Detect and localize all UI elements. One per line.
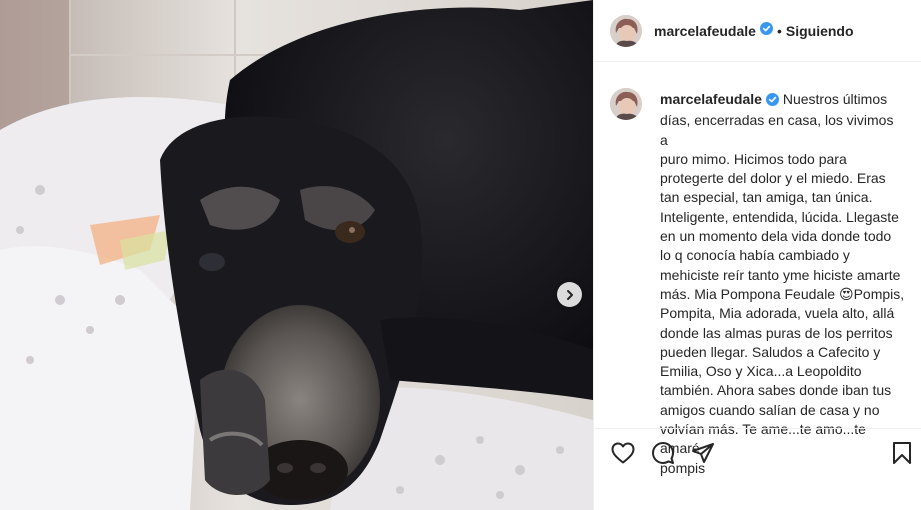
caption-line: tan especial, tan amiga, tan única. bbox=[660, 189, 873, 206]
caption-line: protegerte del dolor y el miedo. Eras bbox=[660, 170, 886, 187]
post-caption: marcelafeudale Nuestros últimos días, en… bbox=[660, 90, 905, 476]
caption-line: donde las almas puras de los perritos bbox=[660, 324, 893, 341]
carousel-next-button[interactable] bbox=[557, 282, 582, 307]
like-button[interactable] bbox=[610, 440, 636, 466]
caption-line: amigos cuando salían de casa y no bbox=[660, 401, 880, 418]
following-button[interactable]: Siguiendo bbox=[786, 23, 854, 39]
caption-line: en un momento dela vida donde todo bbox=[660, 228, 892, 245]
header-info: marcelafeudale • Siguiendo bbox=[654, 21, 854, 40]
caption-line: también. Ahora sabes donde iban tus bbox=[660, 382, 892, 399]
caption-line: más. Mia Pompona Feudale 😍Pompis, bbox=[660, 285, 905, 302]
dog-photo-image bbox=[0, 0, 593, 510]
comment-bubble-icon bbox=[652, 442, 674, 464]
post-side-panel: marcelafeudale • Siguiendo marcelafeudal… bbox=[593, 0, 921, 510]
paper-plane-icon bbox=[692, 443, 714, 463]
save-button[interactable] bbox=[889, 440, 915, 466]
caption-line: Emilia, Oso y Xica...a Leopoldito bbox=[660, 363, 862, 380]
caption-line: puro mimo. Hicimos todo para bbox=[660, 150, 847, 167]
verified-badge-icon bbox=[759, 21, 773, 40]
post-photo[interactable] bbox=[0, 0, 593, 510]
avatar[interactable] bbox=[610, 14, 642, 47]
caption-avatar[interactable] bbox=[610, 88, 642, 120]
caption-line: días, encerradas en casa, los vivimos a bbox=[660, 112, 894, 148]
avatar-image bbox=[610, 14, 642, 47]
caption-line: Nuestros últimos bbox=[782, 91, 888, 107]
separator-dot: • bbox=[776, 22, 782, 39]
comment-button[interactable] bbox=[650, 440, 676, 466]
post-actions-bar bbox=[594, 428, 921, 510]
heart-icon bbox=[611, 442, 635, 464]
caption-line: Pompita, Mia adorada, vuela alto, allá bbox=[660, 305, 895, 322]
share-button[interactable] bbox=[690, 440, 716, 466]
caption-line: pueden llegar. Saludos a Cafecito y bbox=[660, 343, 881, 360]
verified-badge-icon bbox=[765, 92, 779, 111]
bookmark-icon bbox=[893, 442, 911, 464]
caption-line: Inteligente, entendida, lúcida. Llegaste bbox=[660, 208, 899, 225]
caption-line: mehiciste reír tanto yme hiciste amarte bbox=[660, 266, 901, 283]
caption-line: lo q conocía había cambiado y bbox=[660, 247, 850, 264]
caption-section: marcelafeudale Nuestros últimos días, en… bbox=[594, 78, 921, 476]
avatar-image bbox=[610, 88, 642, 120]
header-username[interactable]: marcelafeudale bbox=[654, 23, 756, 39]
caption-username[interactable]: marcelafeudale bbox=[660, 91, 762, 107]
post-header: marcelafeudale • Siguiendo bbox=[594, 0, 921, 62]
chevron-right-icon bbox=[566, 289, 573, 300]
